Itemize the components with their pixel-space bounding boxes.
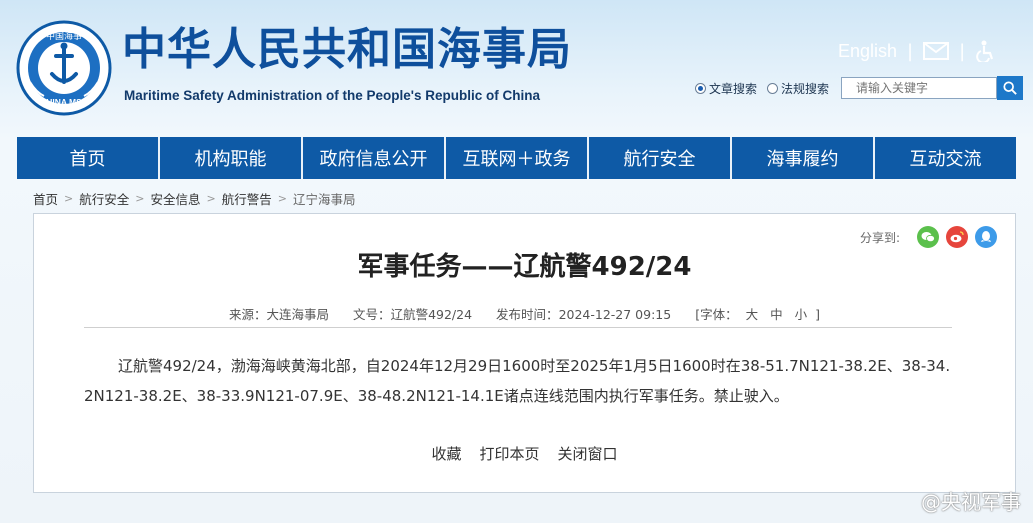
breadcrumb-home[interactable]: 首页 (33, 189, 58, 208)
divider: | (959, 40, 966, 62)
radio-button[interactable] (767, 82, 779, 94)
watermark: @央视军事 (921, 486, 1021, 515)
qq-icon[interactable] (975, 226, 997, 248)
search-icon (1003, 81, 1017, 95)
radio-regulation-search[interactable]: 法规搜索 (767, 80, 829, 97)
share-bar: 分享到: (860, 226, 997, 248)
site-header: 中国海事 CHINA MSA 中华人民共和国海事局 Maritime Safet… (0, 0, 1033, 135)
meta-publish-time: 发布时间：2024-12-27 09:15 (496, 304, 671, 323)
article-body: 辽航警492/24，渤海海峡黄海北部，自2024年12月29日1600时至202… (84, 357, 951, 405)
breadcrumb-separator-icon: > (277, 191, 287, 205)
radio-regulation-label: 法规搜索 (781, 81, 830, 96)
mail-icon[interactable] (923, 42, 950, 60)
publish-time-label: 发布时间： (496, 307, 559, 322)
china-msa-emblem-icon[interactable]: 中国海事 CHINA MSA (16, 20, 112, 116)
breadcrumb-navigation-safety[interactable]: 航行安全 (79, 189, 129, 208)
nav-item-home[interactable]: 首页 (17, 137, 160, 179)
divider: | (907, 40, 914, 62)
article-title: 军事任务——辽航警492/24 (357, 252, 692, 282)
nav-item-interaction[interactable]: 互动交流 (875, 137, 1016, 179)
breadcrumb: 首页 > 航行安全 > 安全信息 > 航行警告 > 辽宁海事局 (33, 188, 355, 208)
publish-time-value: 2024-12-27 09:15 (558, 307, 672, 322)
radio-article-search[interactable]: 文章搜索 (695, 80, 757, 97)
close-window-button[interactable]: 关闭窗口 (558, 443, 618, 464)
wechat-glyph-icon (921, 232, 935, 243)
breadcrumb-separator-icon: > (135, 191, 145, 205)
font-size-large-button[interactable]: 大 (746, 307, 759, 322)
meta-doc-number: 文号：辽航警492/24 (353, 304, 472, 323)
favorite-button[interactable]: 收藏 (431, 443, 461, 464)
breadcrumb-separator-icon: > (64, 191, 74, 205)
wechat-icon[interactable] (917, 226, 939, 248)
doc-number-value: 辽航警492/24 (390, 307, 473, 322)
nav-item-internet-gov[interactable]: 互联网＋政务 (446, 137, 589, 179)
watermark-text: @央视军事 (921, 490, 1021, 514)
font-size-medium-button[interactable]: 中 (770, 307, 783, 322)
weibo-glyph-icon (950, 231, 964, 243)
font-size-control: [字体： 大 中 小 ] (695, 304, 820, 323)
article-panel: 分享到: 军事任务——辽航警492/24 来源：大连海事局 文号：辽航警492/… (33, 213, 1016, 493)
share-label: 分享到: (859, 230, 900, 245)
font-size-close: ] (815, 307, 820, 322)
breadcrumb-nav-warnings[interactable]: 航行警告 (222, 189, 272, 208)
meta-source: 来源：大连海事局 (229, 304, 329, 323)
nav-item-functions[interactable]: 机构职能 (160, 137, 303, 179)
divider (84, 327, 952, 328)
article-meta: 来源：大连海事局 文号：辽航警492/24 发布时间：2024-12-27 09… (34, 304, 1015, 323)
search-input[interactable] (841, 77, 998, 99)
article-actions: 收藏 打印本页 关闭窗口 (34, 443, 1015, 464)
top-links: English | | (838, 38, 997, 64)
search-button[interactable] (997, 76, 1024, 100)
weibo-icon[interactable] (946, 226, 968, 248)
radio-button[interactable] (695, 82, 706, 94)
site-title-english: Maritime Safety Administration of the Pe… (124, 88, 541, 103)
source-value: 大连海事局 (266, 307, 330, 322)
doc-number-label: 文号： (353, 307, 391, 322)
nav-item-compliance[interactable]: 海事履约 (732, 137, 875, 179)
font-size-small-button[interactable]: 小 (795, 307, 808, 322)
site-title[interactable]: 中华人民共和国海事局 (122, 28, 572, 72)
breadcrumb-separator-icon: > (206, 191, 216, 205)
search-area: 文章搜索 法规搜索 (695, 76, 1024, 100)
radio-article-label: 文章搜索 (709, 81, 758, 96)
accessibility-icon[interactable] (975, 40, 997, 62)
nav-item-gov-info[interactable]: 政府信息公开 (303, 137, 446, 179)
font-size-label: [字体： (695, 307, 738, 322)
print-button[interactable]: 打印本页 (479, 443, 539, 464)
source-label: 来源： (229, 307, 267, 322)
breadcrumb-safety-info[interactable]: 安全信息 (150, 189, 200, 208)
main-nav: 首页 机构职能 政府信息公开 互联网＋政务 航行安全 海事履约 互动交流 (17, 137, 1016, 179)
breadcrumb-liaoning[interactable]: 辽宁海事局 (293, 189, 356, 208)
qq-glyph-icon (981, 231, 991, 242)
emblem-bottom-text: CHINA MSA (40, 97, 88, 107)
emblem-top-text: 中国海事 (46, 30, 82, 42)
english-link[interactable]: English (838, 41, 897, 62)
nav-item-navigation-safety[interactable]: 航行安全 (589, 137, 732, 179)
